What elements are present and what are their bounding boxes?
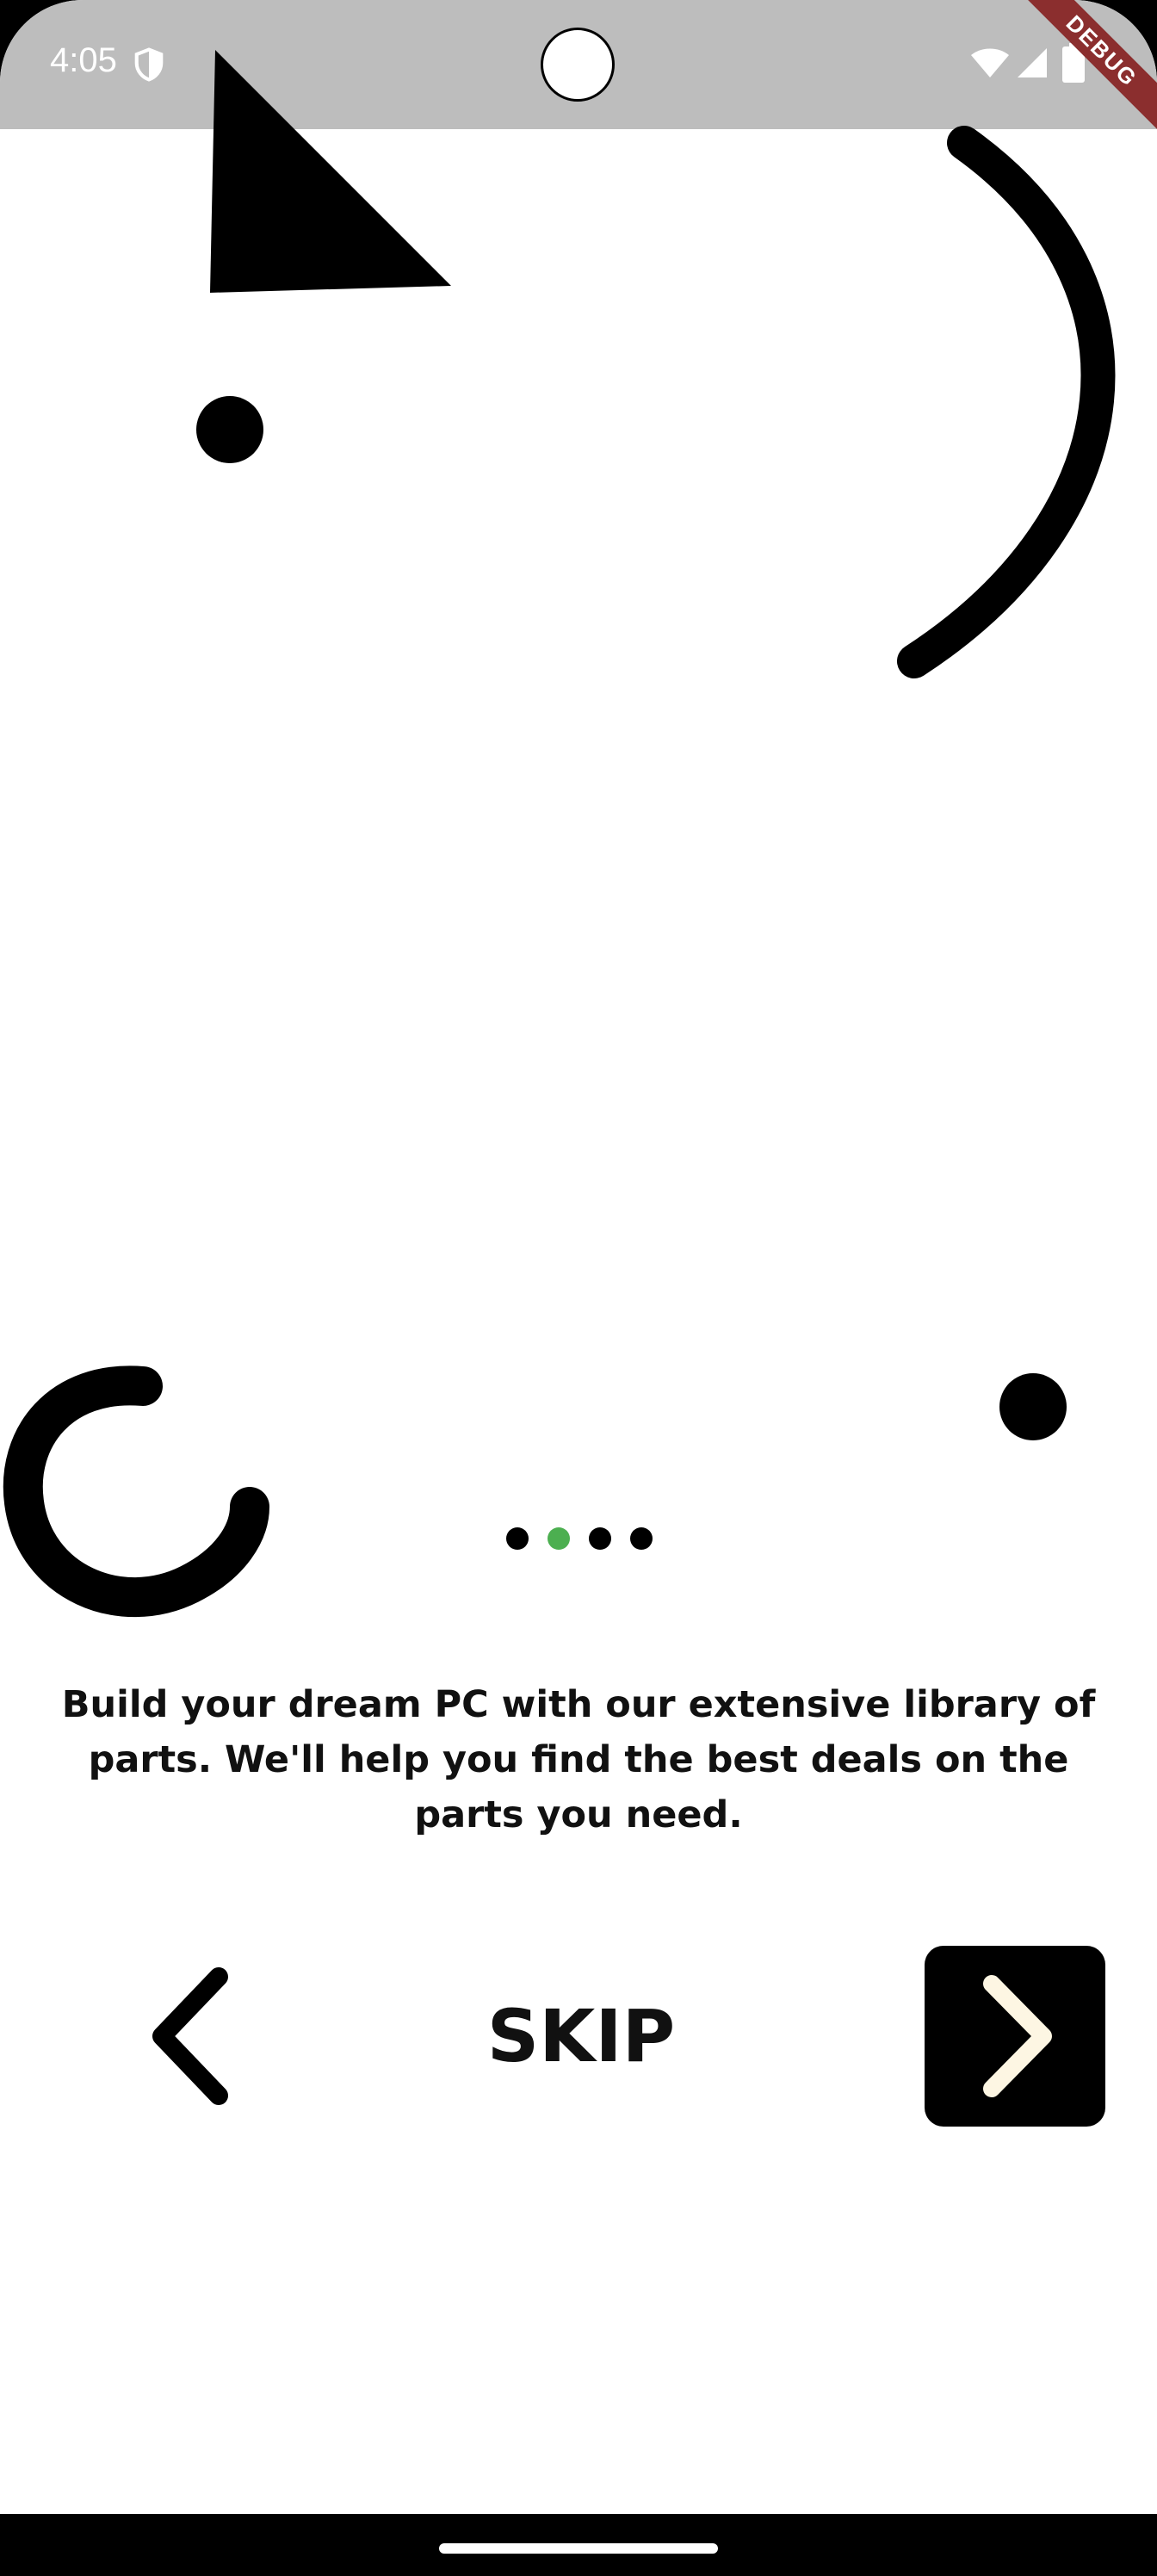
page-dot-3[interactable] (589, 1527, 611, 1550)
chevron-left-icon (152, 1967, 228, 2105)
page-dot-1[interactable] (506, 1527, 529, 1550)
dot-decoration-right (999, 1373, 1067, 1440)
wifi-icon (971, 48, 1009, 77)
arc-decoration-right (897, 126, 1116, 678)
next-button[interactable] (925, 1946, 1105, 2127)
home-indicator[interactable] (439, 2543, 718, 2554)
status-bar: 4:05 (0, 0, 1157, 129)
page-dot-4[interactable] (630, 1527, 653, 1550)
arc-decoration-left (3, 1365, 269, 1618)
skip-button[interactable]: SKIP (448, 1980, 715, 2092)
back-button[interactable] (129, 1963, 250, 2109)
camera-cutout (541, 28, 615, 102)
page-dot-2-active[interactable] (548, 1527, 570, 1550)
chevron-right-icon (983, 1975, 1052, 2097)
shield-icon (134, 47, 164, 82)
triangle-decoration (210, 50, 451, 293)
dot-decoration-top (196, 396, 263, 463)
status-time: 4:05 (50, 41, 117, 79)
signal-icon (1018, 48, 1047, 77)
device-frame: 4:05 DEBUG Build your dream PC with our … (0, 0, 1157, 2576)
app-screen: 4:05 DEBUG Build your dream PC with our … (0, 0, 1157, 2576)
onboarding-description: Build your dream PC with our extensive l… (61, 1683, 1096, 1836)
page-indicator (506, 1526, 653, 1551)
